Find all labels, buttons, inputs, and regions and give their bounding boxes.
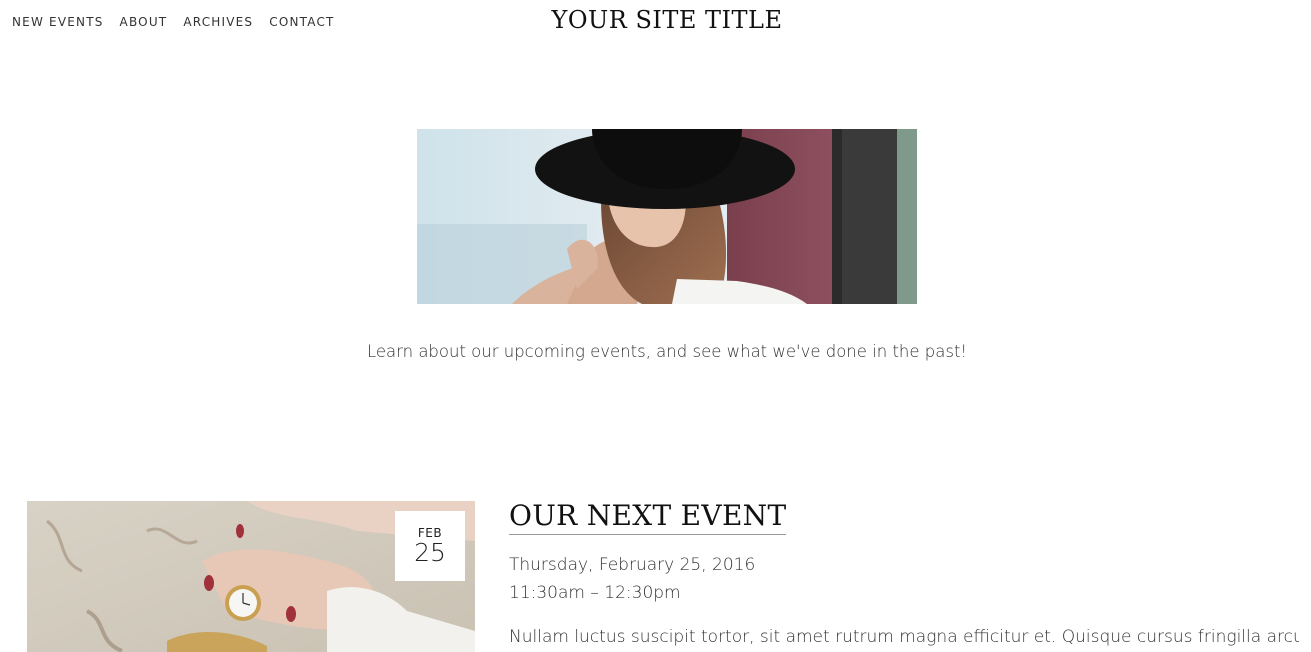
event-excerpt: Nullam luctus suscipit tortor, sit amet …	[509, 627, 1299, 647]
event-time: 11:30am – 12:30pm	[509, 583, 681, 603]
site-title[interactable]: YOUR SITE TITLE	[0, 6, 1311, 34]
event-heading: OUR NEXT EVENT	[509, 499, 787, 535]
intro-text: Learn about our upcoming events, and see…	[366, 342, 968, 361]
event-heading-link[interactable]: OUR NEXT EVENT	[509, 499, 786, 532]
date-badge-day: 25	[414, 538, 446, 567]
page: NEW EVENTS ABOUT ARCHIVES CONTACT YOUR S…	[0, 0, 1311, 652]
event-date: Thursday, February 25, 2016	[509, 555, 756, 575]
date-badge: FEB 25	[395, 511, 465, 581]
hero-image	[417, 129, 917, 304]
